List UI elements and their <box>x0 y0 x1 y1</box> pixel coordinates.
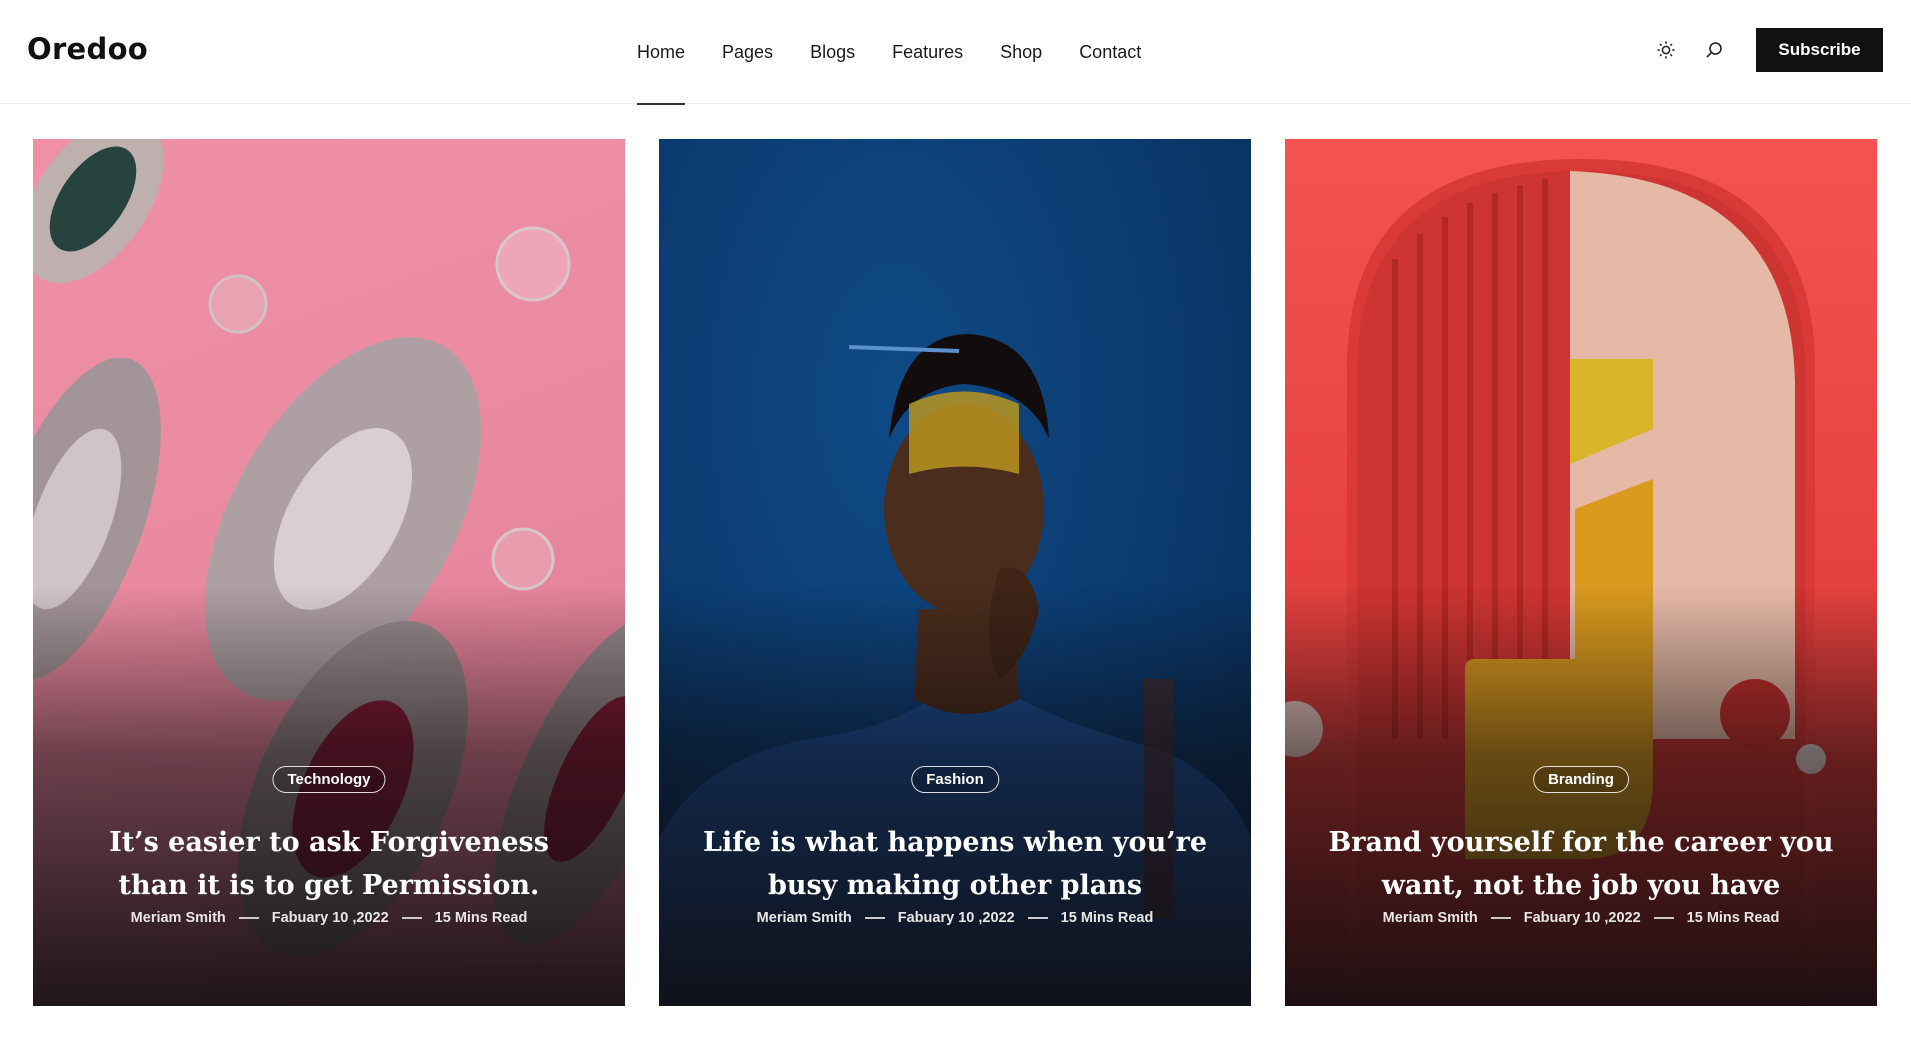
nav-item-home[interactable]: Home <box>637 0 686 105</box>
post-card-content: Fashion Life is what happens when you’re… <box>659 766 1251 1006</box>
post-date: Fabuary 10 ,2022 <box>897 910 1015 926</box>
post-title[interactable]: Brand yourself for the career you want, … <box>1325 821 1837 907</box>
category-badge[interactable]: Technology <box>272 766 386 793</box>
category-badge[interactable]: Fashion <box>911 766 999 793</box>
post-read-time: 15 Mins Read <box>1060 910 1154 926</box>
subscribe-button[interactable]: Subscribe <box>1756 28 1883 72</box>
post-card-content: Branding Brand yourself for the career y… <box>1285 766 1877 1006</box>
meta-divider <box>401 917 422 919</box>
main-nav: Home Pages Blogs Features Shop Contact <box>637 0 1178 105</box>
post-date: Fabuary 10 ,2022 <box>271 910 389 926</box>
post-date: Fabuary 10 ,2022 <box>1523 910 1641 926</box>
post-title[interactable]: It’s easier to ask Forgiveness than it i… <box>73 821 585 907</box>
meta-divider <box>1490 917 1511 919</box>
post-meta: Meriam Smith Fabuary 10 ,2022 15 Mins Re… <box>659 910 1251 926</box>
nav-item-shop[interactable]: Shop <box>1000 0 1042 104</box>
nav-item-blogs[interactable]: Blogs <box>810 0 855 104</box>
sun-icon[interactable] <box>1654 38 1678 62</box>
nav-item-features[interactable]: Features <box>892 0 963 104</box>
post-author[interactable]: Meriam Smith <box>131 910 226 926</box>
post-author[interactable]: Meriam Smith <box>1383 910 1478 926</box>
post-card-content: Technology It’s easier to ask Forgivenes… <box>33 766 625 1006</box>
site-header: Oredoo Home Pages Blogs Features Shop Co… <box>0 0 1911 105</box>
nav-item-contact[interactable]: Contact <box>1079 0 1141 104</box>
post-meta: Meriam Smith Fabuary 10 ,2022 15 Mins Re… <box>1285 910 1877 926</box>
post-read-time: 15 Mins Read <box>1686 910 1780 926</box>
meta-divider <box>864 917 885 919</box>
site-logo[interactable]: Oredoo <box>27 32 148 66</box>
category-badge[interactable]: Branding <box>1533 766 1629 793</box>
featured-posts: Technology It’s easier to ask Forgivenes… <box>33 139 1877 1006</box>
post-card[interactable]: Fashion Life is what happens when you’re… <box>659 139 1251 1006</box>
post-read-time: 15 Mins Read <box>434 910 528 926</box>
post-title[interactable]: Life is what happens when you’re busy ma… <box>699 821 1211 907</box>
meta-divider <box>238 917 259 919</box>
meta-divider <box>1653 917 1674 919</box>
post-author[interactable]: Meriam Smith <box>757 910 852 926</box>
post-card[interactable]: Branding Brand yourself for the career y… <box>1285 139 1877 1006</box>
nav-item-pages[interactable]: Pages <box>722 0 773 104</box>
header-tools: Subscribe <box>1654 28 1883 72</box>
meta-divider <box>1027 917 1048 919</box>
post-meta: Meriam Smith Fabuary 10 ,2022 15 Mins Re… <box>33 910 625 926</box>
search-icon[interactable] <box>1702 38 1726 62</box>
post-card[interactable]: Technology It’s easier to ask Forgivenes… <box>33 139 625 1006</box>
